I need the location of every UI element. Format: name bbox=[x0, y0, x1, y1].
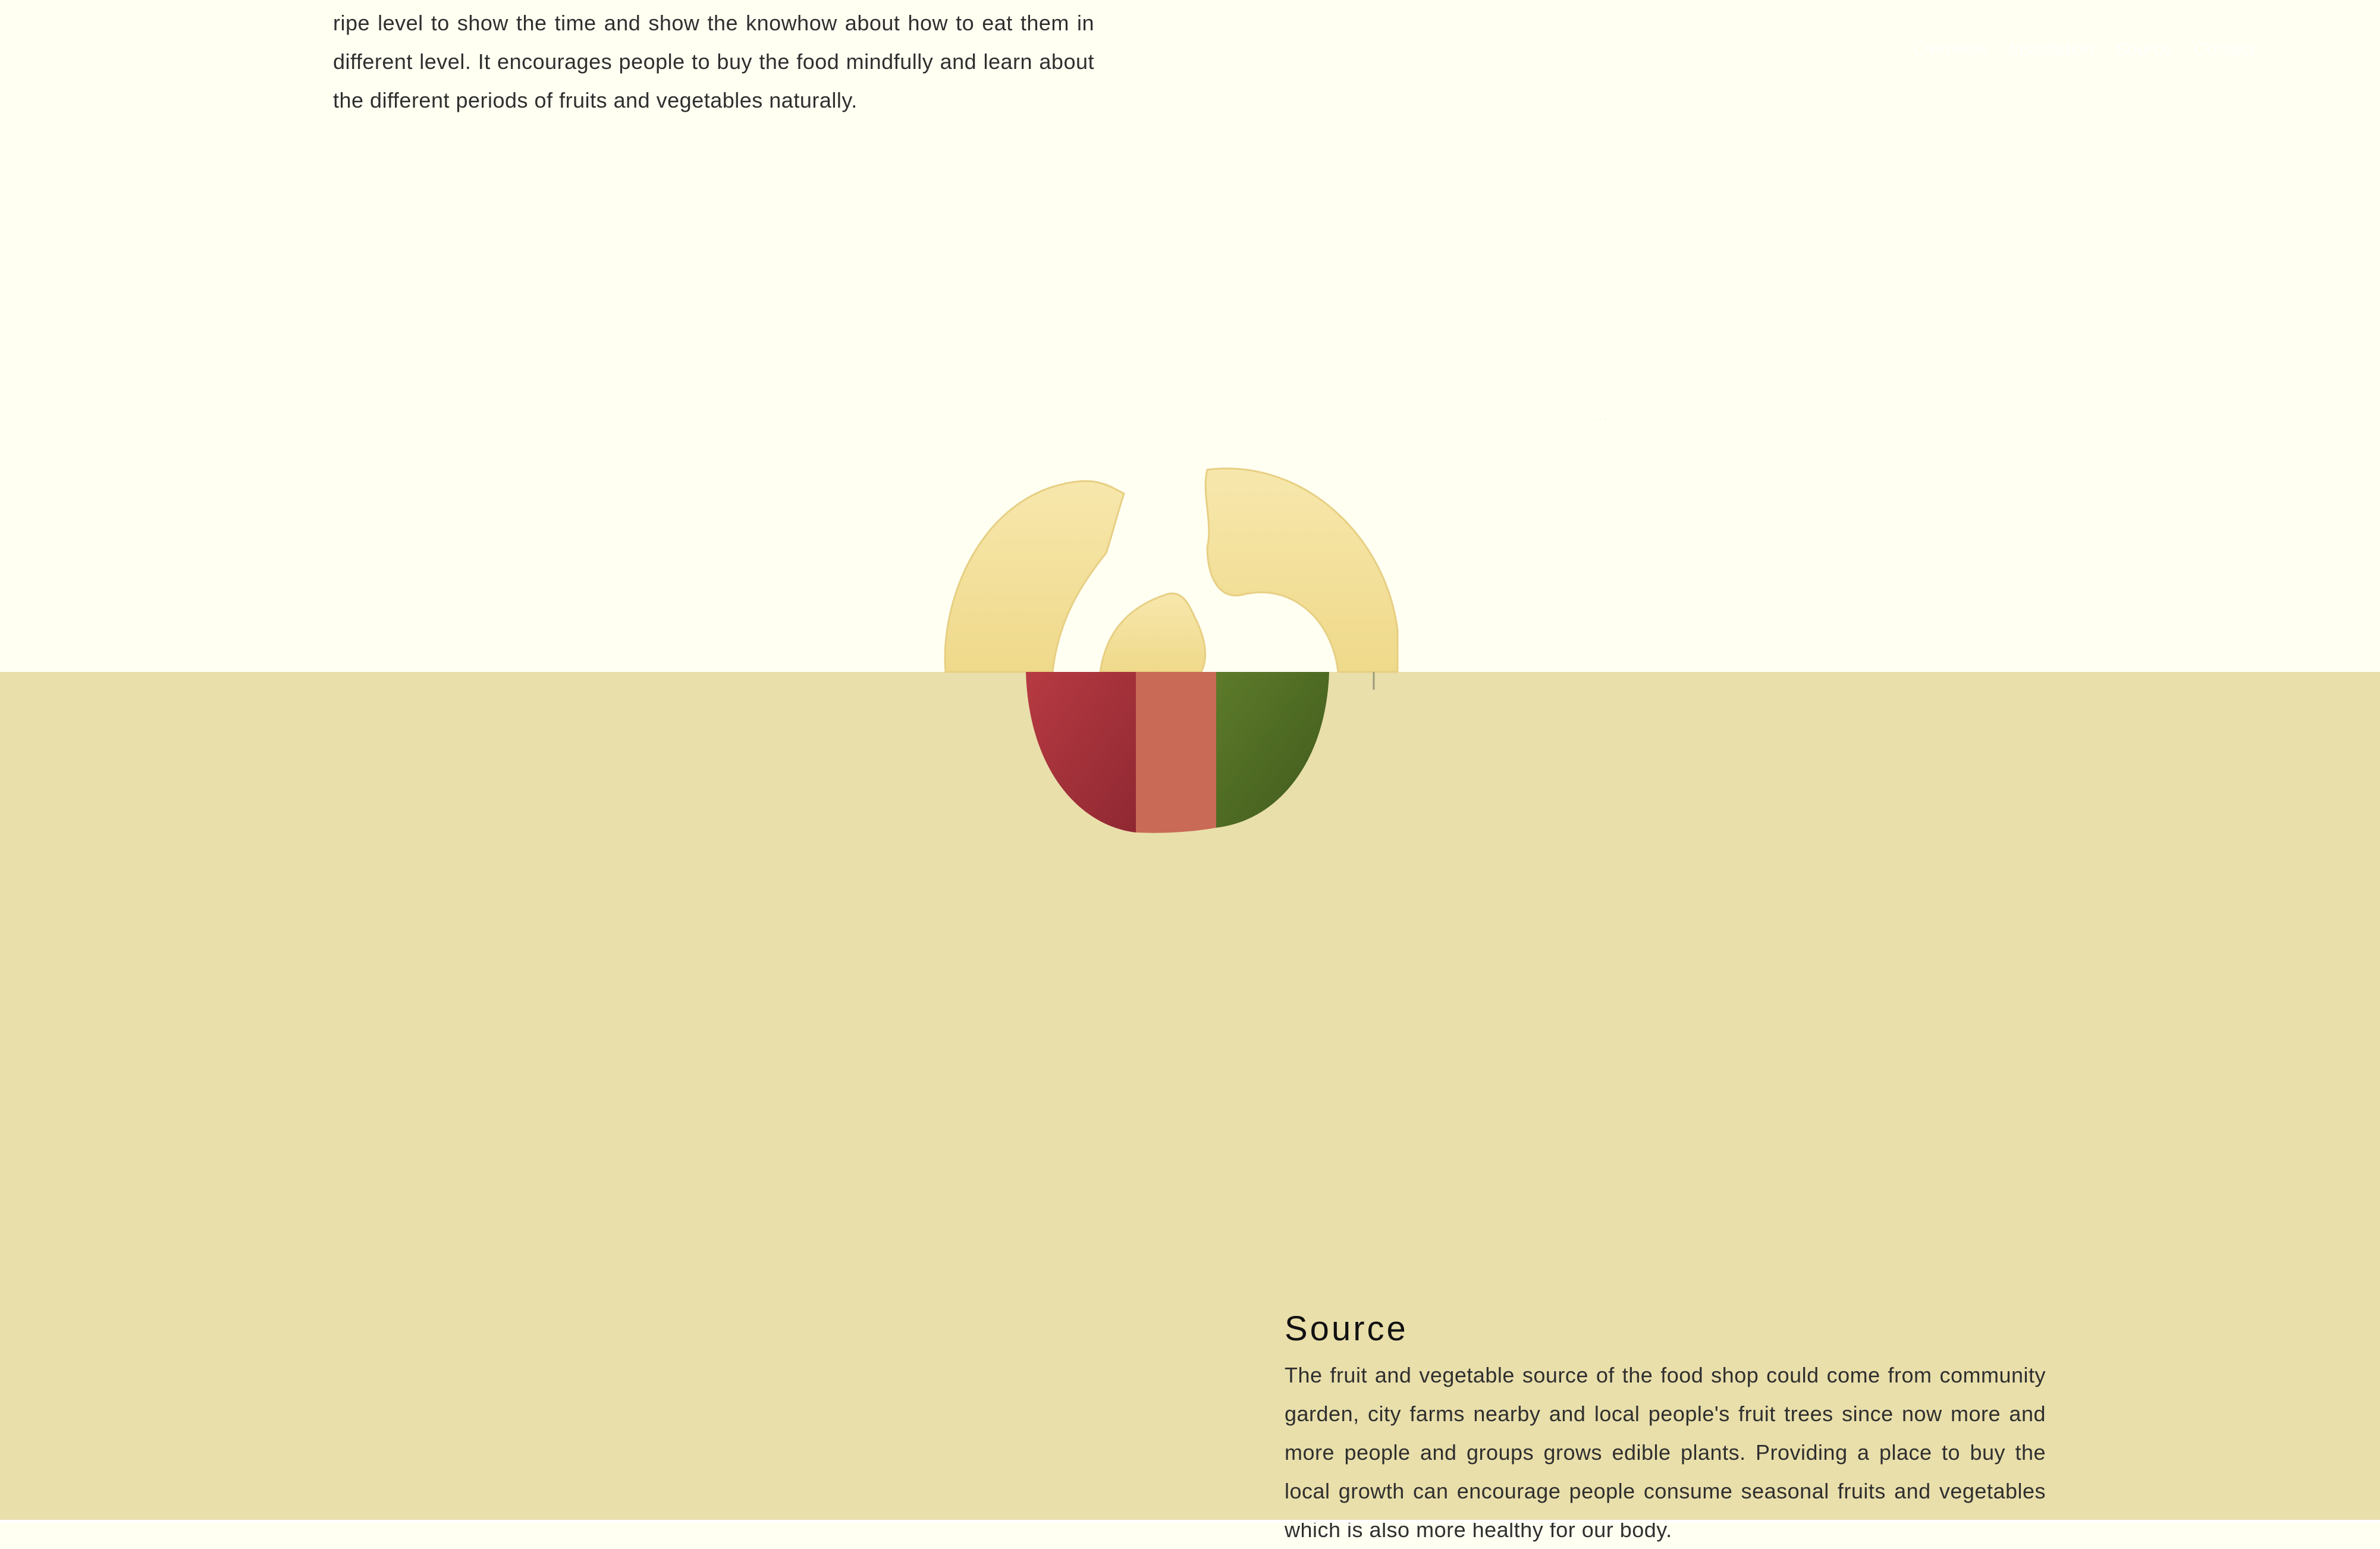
source-section: Source The fruit and vegetable source of… bbox=[1285, 1302, 2046, 1549]
nav-source-link[interactable]: Source bbox=[2116, 39, 2172, 59]
nav-overview-link[interactable]: Overview bbox=[1913, 39, 1987, 59]
nav-installation-link[interactable]: Installation bbox=[2009, 39, 2094, 59]
top-navigation: Overview Installation Source Contact bbox=[1913, 39, 2255, 59]
apple-slices-image bbox=[944, 467, 1399, 833]
faint-decoration: · · · bbox=[1594, 414, 1607, 423]
bottom-edge-line bbox=[0, 1520, 2380, 1523]
intro-paragraph: ripe level to show the time and show the… bbox=[333, 11, 1094, 112]
nav-contact-link[interactable]: Contact bbox=[2194, 39, 2255, 59]
source-heading: Source bbox=[1285, 1309, 1408, 1348]
